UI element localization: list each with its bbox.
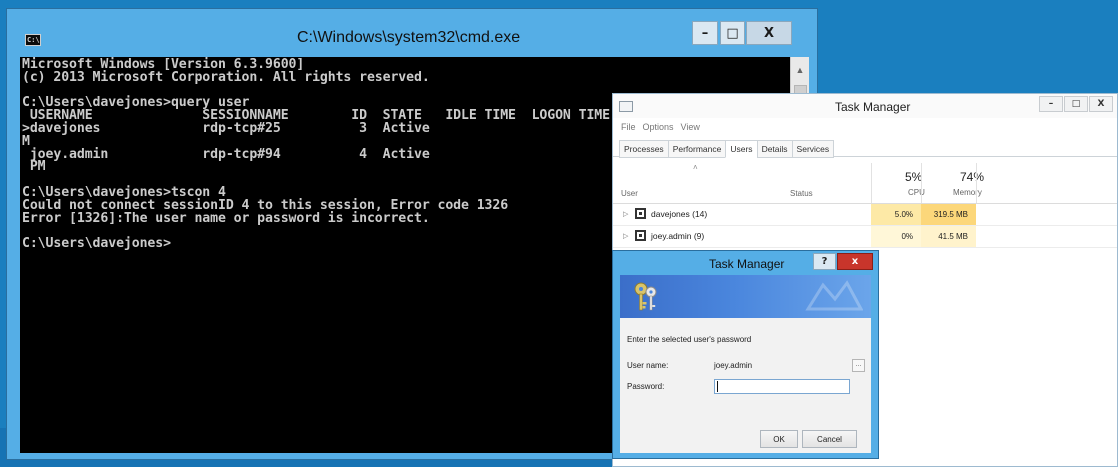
row-cpu: 0%: [871, 226, 921, 247]
menu-options[interactable]: Options: [643, 122, 674, 132]
text-caret: [717, 381, 718, 392]
maximize-button[interactable]: □: [720, 21, 745, 45]
console-line: >davejones rdp-tcp#25 3 Active: [22, 120, 430, 136]
menu-view[interactable]: View: [681, 122, 700, 132]
tab-services[interactable]: Services: [791, 140, 835, 158]
table-row[interactable]: ▷ davejones (14) 5.0% 319.5 MB: [613, 204, 1117, 225]
menu-file[interactable]: File: [621, 122, 636, 132]
task-manager-title: Task Manager: [835, 100, 911, 114]
console-line: PM: [22, 159, 46, 175]
console-line: joey.admin rdp-tcp#94 4 Active: [22, 146, 430, 162]
dialog-close-button[interactable]: x: [837, 253, 873, 270]
expand-arrow-icon[interactable]: ▷: [623, 210, 628, 218]
menu-bar: File Options View: [621, 122, 700, 132]
user-icon: [635, 230, 646, 241]
row-user-name: joey.admin (9): [651, 231, 705, 241]
task-manager-title-bar[interactable]: Task Manager – □ X: [613, 94, 1117, 118]
column-header-cpu[interactable]: CPU: [908, 188, 925, 197]
tab-users[interactable]: Users: [725, 140, 757, 158]
tab-details[interactable]: Details: [756, 140, 792, 158]
cancel-button[interactable]: Cancel: [802, 430, 857, 448]
row-user-name: davejones (14): [651, 209, 708, 219]
ok-button[interactable]: OK: [760, 430, 798, 448]
dialog-body: Enter the selected user's password User …: [620, 275, 871, 453]
browse-button[interactable]: ...: [852, 359, 865, 372]
maximize-button[interactable]: □: [1064, 96, 1088, 112]
minimize-button[interactable]: –: [1039, 96, 1063, 112]
column-header-status[interactable]: Status: [790, 189, 813, 198]
column-separator: [921, 163, 922, 203]
help-button[interactable]: ?: [813, 253, 836, 270]
tab-strip: Processes Performance Users Details Serv…: [619, 140, 835, 158]
close-button[interactable]: X: [746, 21, 792, 45]
password-input[interactable]: [714, 379, 850, 394]
memory-total-percent: 74%: [960, 170, 985, 184]
user-icon: [635, 208, 646, 219]
console-text: Microsoft Windows [Version 6.3.9600] (c)…: [22, 58, 610, 252]
banner-decoration-icon: [805, 280, 863, 311]
table-row[interactable]: ▷ joey.admin (9) 0% 41.5 MB: [613, 226, 1117, 247]
tab-processes[interactable]: Processes: [619, 140, 668, 158]
console-line: (c) 2013 Microsoft Corporation. All righ…: [22, 69, 430, 85]
row-memory: 319.5 MB: [921, 204, 976, 225]
expand-arrow-icon[interactable]: ▷: [623, 232, 628, 240]
minimize-button[interactable]: –: [692, 21, 718, 45]
console-icon[interactable]: C:\: [25, 34, 41, 46]
password-label: Password:: [627, 382, 665, 391]
row-divider: [613, 247, 1117, 248]
close-button[interactable]: X: [1089, 96, 1113, 112]
console-line: C:\Users\davejones>: [22, 236, 171, 252]
sort-arrow-icon: ˄: [693, 163, 698, 172]
tab-performance[interactable]: Performance: [667, 140, 726, 158]
cmd-title-bar[interactable]: C:\ C:\Windows\system32\cmd.exe – □ X: [7, 9, 817, 55]
task-manager-window-buttons: – □ X: [1039, 96, 1113, 112]
cpu-total-percent: 5%: [905, 170, 923, 184]
user-name-value: joey.admin: [714, 361, 753, 370]
column-separator: [871, 163, 872, 203]
task-manager-app-icon: [619, 101, 633, 112]
keys-icon: [634, 282, 657, 311]
console-line: Error [1326]:The user name or password i…: [22, 210, 430, 226]
column-header-user[interactable]: User: [621, 189, 638, 198]
password-dialog: Task Manager ? x Enter the selected user…: [612, 250, 879, 459]
user-name-label: User name:: [627, 361, 669, 370]
row-memory: 41.5 MB: [921, 226, 976, 247]
scroll-up-arrow-icon[interactable]: ▲: [791, 65, 809, 79]
row-cpu: 5.0%: [871, 204, 921, 225]
dialog-title: Task Manager: [709, 257, 785, 271]
dialog-banner: [620, 275, 871, 318]
password-prompt: Enter the selected user's password: [627, 335, 752, 344]
column-header-memory[interactable]: Memory: [953, 188, 982, 197]
column-separator: [976, 163, 977, 203]
cmd-window-title: C:\Windows\system32\cmd.exe: [297, 29, 521, 46]
